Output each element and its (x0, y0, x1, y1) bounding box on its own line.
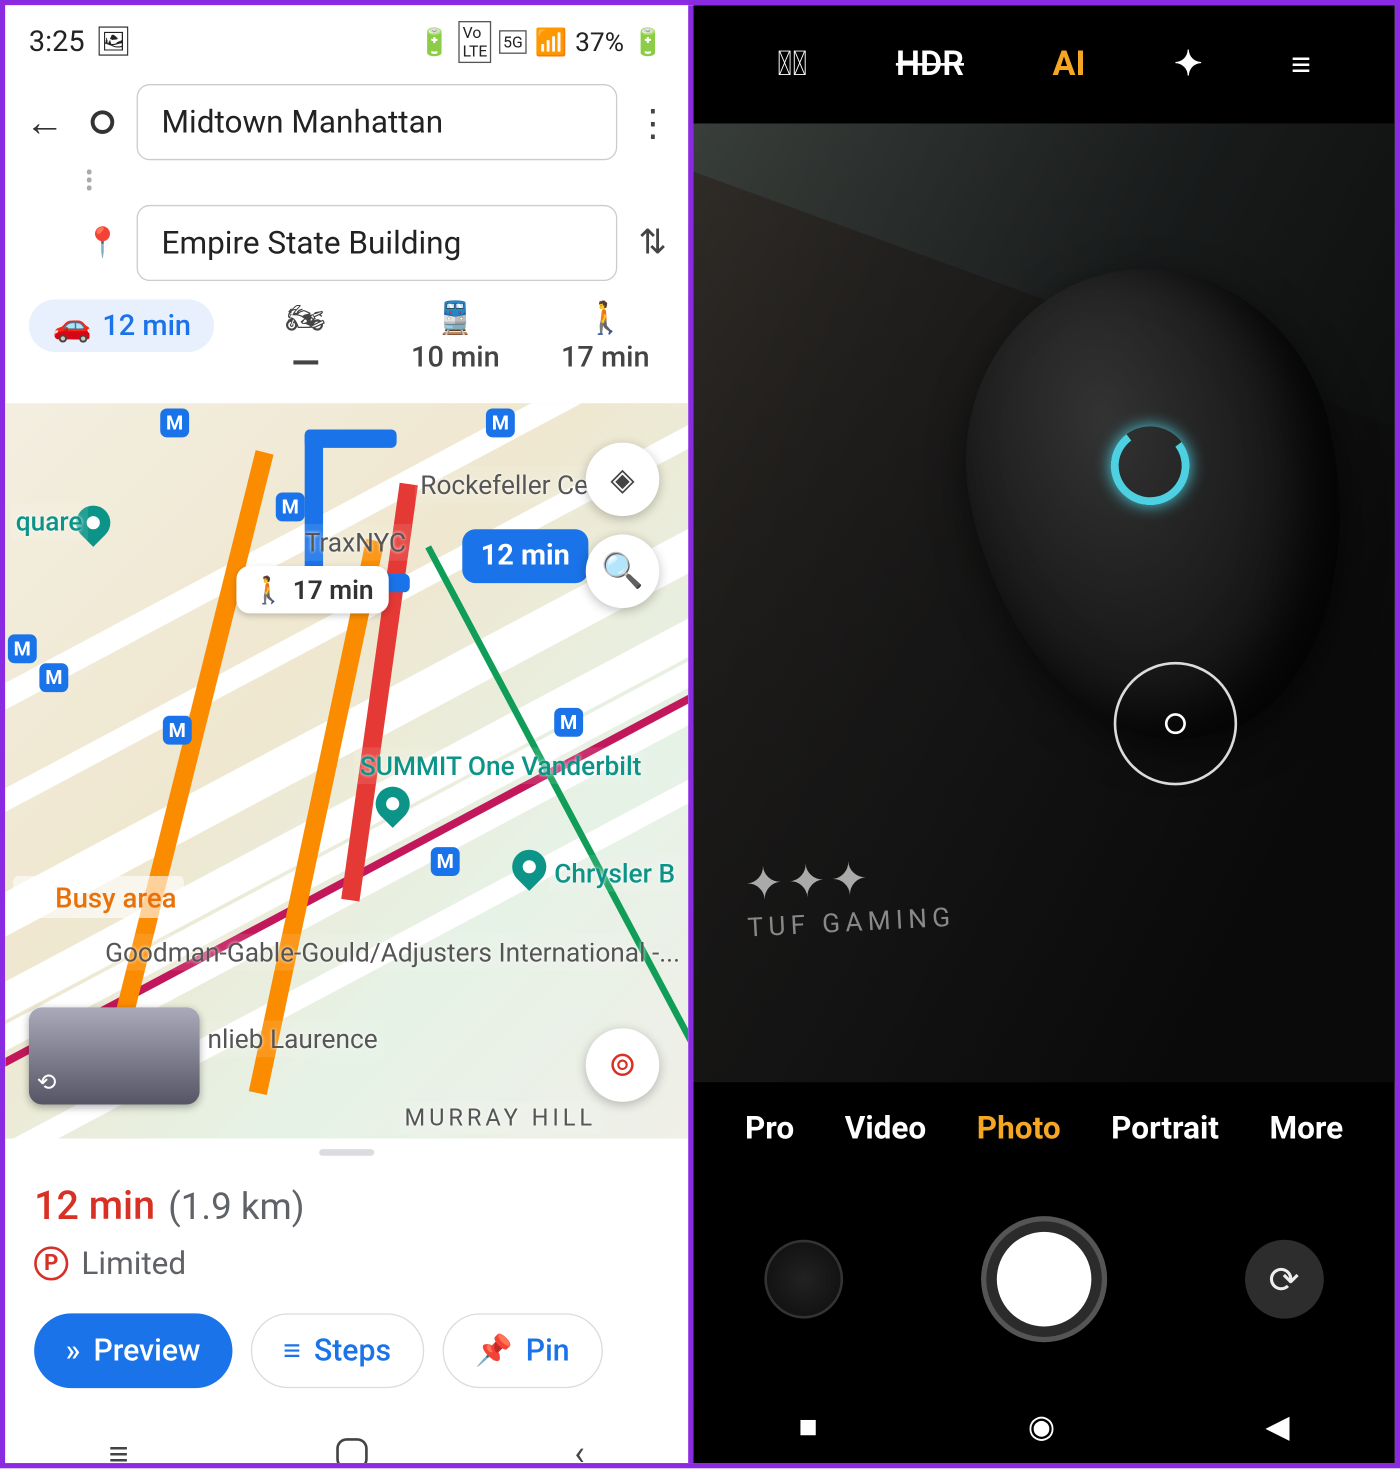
maps-screen: 3:25 🖼 🔋 VoLTE 5G 📶 37% 🔋 ← Midtown Manh… (5, 5, 693, 1463)
metro-icon: M (276, 492, 305, 521)
map-canvas[interactable]: M M M M M M M M quare Rockefeller Center… (5, 403, 688, 1138)
route-alt-badge[interactable]: 🚶 17 min (236, 566, 389, 613)
filters-icon[interactable]: ✦ (1174, 45, 1203, 84)
battery-text: 37% (575, 26, 624, 58)
walk-icon: 🚶 (586, 299, 625, 336)
android-nav-bar: ≡ ‹ (5, 1414, 688, 1463)
back-button[interactable]: ← (21, 99, 68, 145)
parking-label: Limited (81, 1245, 186, 1282)
poi-label: Goodman-Gable-Gould/Adjusters Internatio… (100, 934, 625, 971)
swap-button[interactable]: ⇅ (633, 223, 672, 262)
motorcycle-icon: 🏍 (285, 299, 325, 336)
metro-icon: M (163, 716, 192, 745)
my-location-button[interactable]: ⊚ (586, 1028, 660, 1102)
recents-button[interactable]: ≡ (109, 1433, 129, 1463)
origin-icon (84, 110, 121, 134)
battery-icon: 🔋 (632, 26, 665, 58)
list-icon: ≡ (283, 1333, 301, 1368)
mode-more[interactable]: More (1270, 1110, 1344, 1147)
layers-button[interactable]: ◈ (586, 443, 660, 517)
rotate-icon: ⟲ (37, 1069, 57, 1097)
focus-ring-icon[interactable] (1114, 662, 1237, 785)
pin-button[interactable]: 📌 Pin (442, 1313, 602, 1388)
metro-icon: M (160, 408, 189, 437)
route-time-badge[interactable]: 12 min (462, 529, 588, 583)
battery-saver-icon: 🔋 (418, 26, 451, 58)
search-on-map-button[interactable]: 🔍 (586, 535, 660, 609)
steps-button[interactable]: ≡ Steps (250, 1313, 423, 1388)
destination-input[interactable]: Empire State Building (137, 205, 618, 281)
camera-mode-strip: Pro Video Photo Portrait More (693, 1082, 1394, 1174)
hdr-toggle[interactable]: HDR (896, 45, 964, 84)
district-label: MURRAY HILL (399, 1102, 601, 1135)
back-nav-button[interactable]: ◀ (1265, 1408, 1289, 1445)
streetview-thumbnail[interactable]: ⟲ (29, 1007, 200, 1104)
more-menu-button[interactable]: ⋮ (633, 100, 672, 143)
origin-input[interactable]: Midtown Manhattan (137, 84, 618, 160)
camera-screen: ⚡⃠ HDR AI ✦ ≡ ✦✦✦ TUF GAMING Pro Video P… (693, 5, 1394, 1463)
mode-transit[interactable]: 🚆 10 min (396, 299, 514, 384)
shutter-button[interactable] (986, 1221, 1102, 1337)
camera-top-bar: ⚡⃠ HDR AI ✦ ≡ (693, 5, 1394, 123)
back-nav-button[interactable]: ‹ (574, 1434, 584, 1463)
home-button[interactable] (336, 1438, 368, 1463)
eta-distance: (1.9 km) (168, 1185, 304, 1228)
busy-area-badge: Busy area (13, 876, 184, 918)
mode-motorcycle[interactable]: 🏍 — (246, 299, 364, 384)
menu-icon[interactable]: ≡ (1291, 44, 1311, 85)
camera-controls: ⟳ (693, 1174, 1394, 1384)
destination-icon: 📍 (84, 227, 121, 260)
laptop-branding: ✦✦✦ TUF GAMING (744, 848, 956, 943)
metro-icon: M (431, 847, 460, 876)
metro-icon: M (39, 663, 68, 692)
home-button[interactable]: ◉ (1028, 1408, 1056, 1445)
chevrons-icon: » (66, 1333, 81, 1368)
poi-label: quare (11, 503, 88, 540)
poi-label: SUMMIT One Vanderbilt (355, 747, 647, 784)
poi-label: Chrysler B (549, 855, 680, 892)
flash-off-icon[interactable]: ⚡⃠ (777, 45, 807, 84)
route-details-sheet[interactable]: 12 min (1.9 km) P Limited » Preview ≡ St… (5, 1139, 688, 1399)
poi-label: TraxNYC (299, 524, 411, 561)
directions-header: ← Midtown Manhattan ⋮ ••• 📍 Empire State… (5, 79, 688, 287)
mode-photo[interactable]: Photo (977, 1110, 1061, 1147)
train-icon: 🚆 (436, 299, 475, 336)
mode-video[interactable]: Video (845, 1110, 927, 1147)
metro-icon: M (554, 708, 583, 737)
android-nav-bar: ■ ◉ ◀ (693, 1384, 1394, 1463)
mode-pro[interactable]: Pro (745, 1110, 794, 1147)
walk-icon: 🚶 (252, 574, 285, 606)
camera-viewfinder[interactable]: ✦✦✦ TUF GAMING (693, 123, 1394, 1082)
mode-driving[interactable]: 🚗 12 min (29, 299, 215, 384)
waypoint-dots-icon: ••• (71, 171, 108, 195)
network-icon: 5G (499, 30, 526, 54)
ai-toggle[interactable]: AI (1053, 45, 1086, 84)
pin-icon: 📌 (475, 1333, 513, 1368)
clock: 3:25 (29, 26, 85, 59)
poi-label: nlieb Laurence (202, 1020, 383, 1057)
volte-icon: VoLTE (459, 21, 492, 63)
gallery-status-icon: 🖼 (95, 26, 132, 59)
parking-icon: P (34, 1246, 68, 1280)
metro-icon: M (486, 408, 515, 437)
status-bar: 3:25 🖼 🔋 VoLTE 5G 📶 37% 🔋 (5, 5, 688, 79)
signal-icon: 📶 (535, 26, 568, 58)
gallery-thumbnail[interactable] (765, 1240, 844, 1319)
travel-mode-tabs: 🚗 12 min 🏍 — 🚆 10 min 🚶 17 min (5, 286, 688, 403)
switch-camera-button[interactable]: ⟳ (1245, 1240, 1324, 1319)
recents-button[interactable]: ■ (798, 1407, 817, 1445)
mode-walking[interactable]: 🚶 17 min (546, 299, 664, 384)
preview-button[interactable]: » Preview (34, 1313, 232, 1388)
mode-portrait[interactable]: Portrait (1111, 1110, 1219, 1147)
logitech-logo-icon (1106, 421, 1195, 510)
car-icon: 🚗 (53, 307, 92, 344)
eta-time: 12 min (34, 1183, 155, 1229)
metro-icon: M (8, 634, 37, 663)
